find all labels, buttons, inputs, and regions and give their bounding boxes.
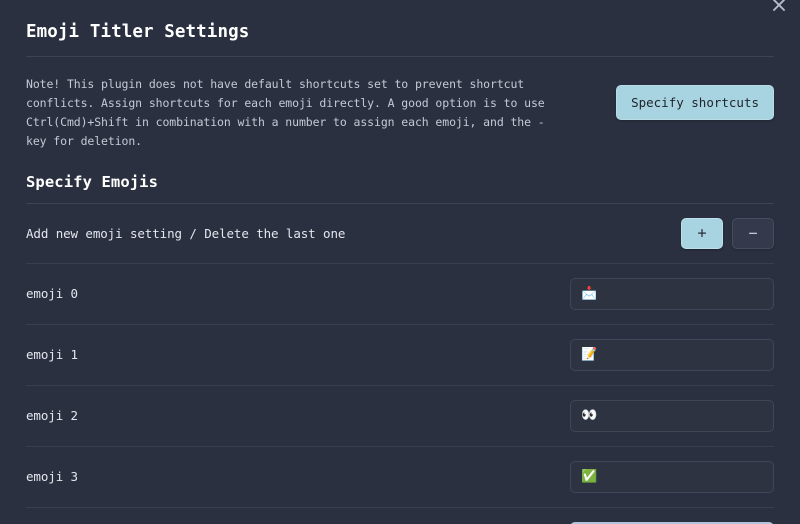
close-icon bbox=[773, 0, 785, 11]
emoji-row-label: emoji 3 bbox=[26, 469, 78, 485]
delete-emoji-button[interactable]: − bbox=[732, 217, 774, 249]
emoji-row-control bbox=[570, 338, 774, 371]
emoji-row-control bbox=[570, 399, 774, 432]
add-emoji-button[interactable]: + bbox=[681, 217, 723, 249]
emoji-row-control bbox=[570, 277, 774, 310]
emoji-row-label: emoji 1 bbox=[26, 347, 78, 363]
add-delete-label: Add new emoji setting / Delete the last … bbox=[26, 225, 346, 241]
emoji-setting-row: emoji 3 bbox=[26, 445, 774, 507]
emoji-setting-row: emoji 0 bbox=[26, 262, 774, 324]
specify-emojis-heading: Specify Emojis bbox=[26, 172, 159, 191]
add-delete-controls: + − bbox=[681, 217, 774, 249]
emoji-setting-row: emoji 4 bbox=[26, 506, 774, 524]
emoji-input-3[interactable] bbox=[570, 460, 774, 493]
note-text: Note! This plugin does not have default … bbox=[26, 76, 545, 148]
emoji-input-1[interactable] bbox=[570, 338, 774, 371]
close-button[interactable] bbox=[766, 0, 792, 18]
emoji-row-control bbox=[570, 460, 774, 493]
settings-modal: Emoji Titler Settings Note! This plugin … bbox=[0, 0, 800, 524]
page-title: Emoji Titler Settings bbox=[26, 22, 250, 42]
add-delete-row: Add new emoji setting / Delete the last … bbox=[26, 204, 774, 263]
emoji-row-label: emoji 0 bbox=[26, 286, 78, 302]
note-block: Note! This plugin does not have default … bbox=[26, 57, 774, 167]
emoji-row-label: emoji 2 bbox=[26, 408, 78, 424]
emoji-input-2[interactable] bbox=[570, 399, 774, 432]
emoji-rows-list: emoji 0 emoji 1 emoji 2 emoji 3 emoji 4 bbox=[26, 262, 774, 524]
emoji-setting-row: emoji 2 bbox=[26, 384, 774, 446]
emoji-input-0[interactable] bbox=[570, 277, 774, 310]
specify-shortcuts-button[interactable]: Specify shortcuts bbox=[616, 84, 774, 120]
emoji-setting-row: emoji 1 bbox=[26, 323, 774, 385]
